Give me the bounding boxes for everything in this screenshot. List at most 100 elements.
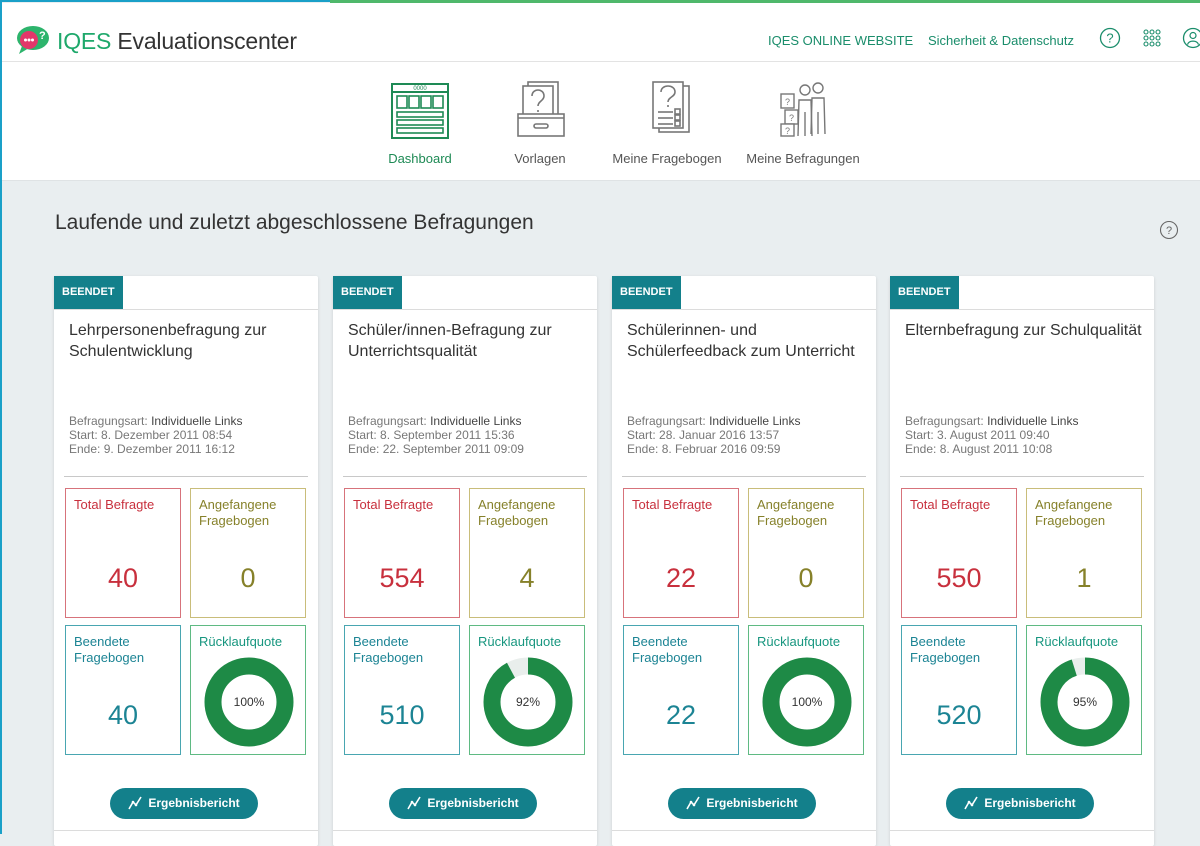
survey-end-label: Ende: — [905, 442, 936, 456]
total-respondents-box: Total Befragte 550 — [901, 488, 1017, 618]
badge-divider — [890, 309, 1154, 310]
results-report-button[interactable]: Ergebnisbericht — [110, 788, 258, 819]
svg-text:?: ? — [789, 113, 794, 123]
trend-icon — [407, 796, 421, 810]
survey-card[interactable]: BEENDET Schülerinnen- und Schülerfeedbac… — [612, 276, 876, 846]
brand-prefix: IQES — [57, 28, 111, 54]
finished-questionnaires-value: 22 — [624, 700, 738, 731]
nav-vorlagen[interactable]: Vorlagen — [492, 62, 588, 180]
survey-card[interactable]: BEENDET Schüler/innen-Befragung zur Unte… — [333, 276, 597, 846]
nav-label-meine-fragebogen: Meine Fragebogen — [607, 151, 727, 166]
started-questionnaires-box: Angefangene Fragebogen 4 — [469, 488, 585, 618]
finished-questionnaires-box: Beendete Fragebogen 520 — [901, 625, 1017, 755]
survey-end-value: 9. Dezember 2011 16:12 — [104, 442, 235, 456]
survey-end-value: 8. August 2011 10:08 — [940, 442, 1053, 456]
badge-divider — [54, 309, 318, 310]
security-privacy-link[interactable]: Sicherheit & Datenschutz — [928, 33, 1074, 48]
status-badge: BEENDET — [333, 276, 402, 309]
help-icon[interactable]: ? — [1159, 220, 1179, 240]
survey-type-value: Individuelle Links — [987, 414, 1078, 428]
finished-questionnaires-value: 40 — [66, 700, 180, 731]
brand-suffix: Evaluationscenter — [117, 28, 296, 54]
results-report-button[interactable]: Ergebnisbericht — [389, 788, 537, 819]
survey-end-row: Ende: 22. September 2011 09:09 — [348, 442, 524, 456]
started-questionnaires-box: Angefangene Fragebogen 0 — [190, 488, 306, 618]
total-respondents-value: 22 — [624, 563, 738, 594]
survey-start-value: 3. August 2011 09:40 — [937, 428, 1050, 442]
card-footer-divider — [890, 830, 1154, 831]
response-rate-donut: 92% — [483, 657, 573, 747]
started-questionnaires-value: 4 — [470, 563, 584, 594]
card-divider — [900, 476, 1144, 477]
survey-title[interactable]: Schülerinnen- und Schülerfeedback zum Un… — [627, 321, 867, 362]
survey-title[interactable]: Lehrpersonenbefragung zur Schulentwicklu… — [69, 321, 309, 362]
survey-start-label: Start: — [627, 428, 656, 442]
survey-title[interactable]: Schüler/innen-Befragung zur Unterrichtsq… — [348, 321, 588, 362]
svg-text:?: ? — [1106, 31, 1113, 46]
started-questionnaires-value: 0 — [191, 563, 305, 594]
trend-icon — [964, 796, 978, 810]
card-footer-divider — [54, 830, 318, 831]
survey-end-row: Ende: 8. August 2011 10:08 — [905, 442, 1078, 456]
nav-label-vorlagen: Vorlagen — [492, 151, 588, 166]
total-respondents-value: 554 — [345, 563, 459, 594]
response-rate-label: Rücklaufquote — [757, 634, 840, 650]
questionnaires-icon — [637, 78, 697, 140]
svg-text:0000: 0000 — [413, 86, 427, 92]
main-nav: 0000 Dashboard Vorlagen — [2, 62, 1200, 181]
total-respondents-box: Total Befragte 22 — [623, 488, 739, 618]
logo-icon[interactable]: ? — [16, 25, 50, 55]
survey-title[interactable]: Elternbefragung zur Schulqualität — [905, 321, 1145, 342]
survey-start-value: 8. Dezember 2011 08:54 — [101, 428, 232, 442]
survey-type-value: Individuelle Links — [709, 414, 800, 428]
finished-questionnaires-value: 520 — [902, 700, 1016, 731]
finished-questionnaires-label: Beendete Fragebogen — [353, 634, 459, 666]
templates-icon — [510, 78, 570, 140]
survey-type-value: Individuelle Links — [430, 414, 521, 428]
trend-icon — [686, 796, 700, 810]
total-respondents-value: 40 — [66, 563, 180, 594]
survey-meta: Befragungsart: Individuelle Links Start:… — [348, 414, 524, 456]
response-rate-label: Rücklaufquote — [199, 634, 282, 650]
results-report-button[interactable]: Ergebnisbericht — [946, 788, 1094, 819]
response-rate-box: Rücklaufquote 100% — [190, 625, 306, 755]
svg-text:?: ? — [39, 30, 46, 42]
iqes-online-link[interactable]: IQES ONLINE WEBSITE — [768, 33, 913, 48]
survey-card[interactable]: BEENDET Elternbefragung zur Schulqualitä… — [890, 276, 1154, 846]
survey-type-row: Befragungsart: Individuelle Links — [69, 414, 242, 428]
brand-title[interactable]: IQES Evaluationscenter — [57, 28, 297, 55]
survey-end-value: 22. September 2011 09:09 — [383, 442, 524, 456]
svg-text:?: ? — [785, 126, 790, 136]
total-respondents-box: Total Befragte 40 — [65, 488, 181, 618]
total-respondents-label: Total Befragte — [74, 497, 154, 513]
response-rate-box: Rücklaufquote 92% — [469, 625, 585, 755]
response-rate-donut: 100% — [204, 657, 294, 747]
status-badge: BEENDET — [890, 276, 959, 309]
survey-meta: Befragungsart: Individuelle Links Start:… — [69, 414, 242, 456]
nav-dashboard[interactable]: 0000 Dashboard — [372, 62, 468, 180]
total-respondents-value: 550 — [902, 563, 1016, 594]
apps-grid-icon[interactable] — [1141, 27, 1163, 49]
survey-card[interactable]: BEENDET Lehrpersonenbefragung zur Schule… — [54, 276, 318, 846]
badge-divider — [612, 309, 876, 310]
survey-type-label: Befragungsart: — [348, 414, 427, 428]
started-questionnaires-label: Angefangene Fragebogen — [478, 497, 584, 529]
response-rate-value: 100% — [792, 695, 823, 709]
user-icon[interactable] — [1182, 27, 1200, 49]
results-report-button[interactable]: Ergebnisbericht — [668, 788, 816, 819]
response-rate-value: 95% — [1073, 695, 1097, 709]
dashboard-icon: 0000 — [390, 78, 450, 140]
help-icon[interactable]: ? — [1099, 27, 1121, 49]
survey-start-row: Start: 28. Januar 2016 13:57 — [627, 428, 800, 442]
card-footer-divider — [612, 830, 876, 831]
survey-type-label: Befragungsart: — [69, 414, 148, 428]
nav-meine-befragungen[interactable]: ? ? ? Meine Befragungen — [740, 62, 866, 180]
started-questionnaires-value: 0 — [749, 563, 863, 594]
survey-end-value: 8. Februar 2016 09:59 — [662, 442, 781, 456]
nav-meine-fragebogen[interactable]: Meine Fragebogen — [607, 62, 727, 180]
survey-start-row: Start: 3. August 2011 09:40 — [905, 428, 1078, 442]
response-rate-value: 92% — [516, 695, 540, 709]
response-rate-label: Rücklaufquote — [1035, 634, 1118, 650]
survey-start-label: Start: — [348, 428, 377, 442]
finished-questionnaires-box: Beendete Fragebogen 40 — [65, 625, 181, 755]
